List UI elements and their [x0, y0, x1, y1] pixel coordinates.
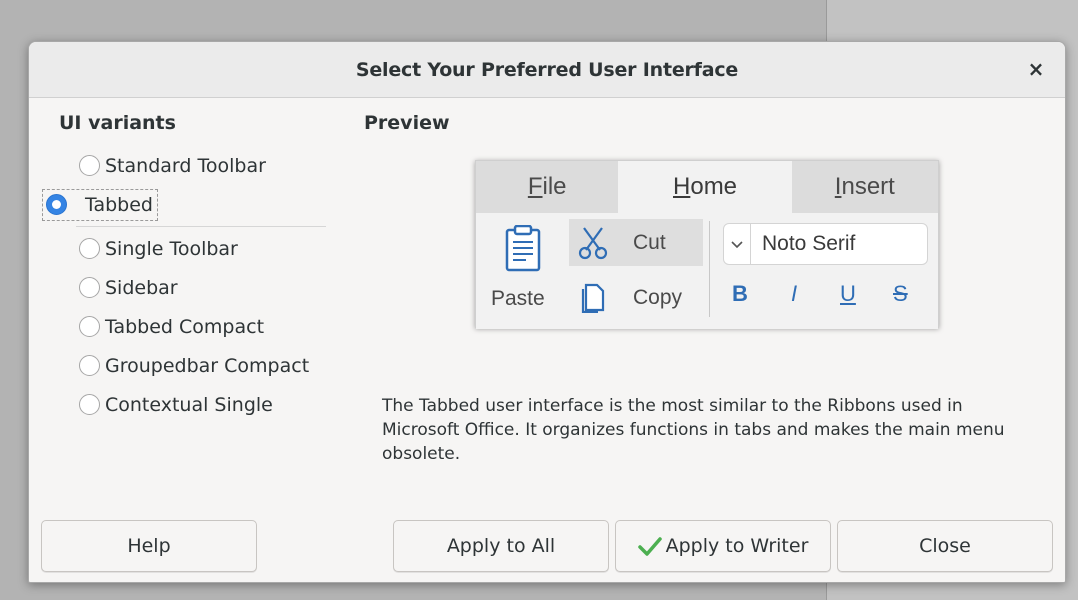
radio-label: Sidebar [105, 276, 178, 299]
preview-tab-home: Home [618, 161, 792, 213]
bold-icon: B [732, 281, 748, 306]
close-button[interactable]: Close [837, 520, 1053, 572]
radio-label: Groupedbar Compact [105, 354, 310, 377]
checkmark-icon [637, 537, 662, 556]
apply-to-writer-label: Apply to Writer [665, 535, 809, 557]
font-name: Noto Serif [762, 232, 856, 255]
radio-single-toolbar[interactable]: Single Toolbar [76, 229, 329, 268]
radio-label: Single Toolbar [105, 237, 238, 260]
preview-tab-insert: Insert [834, 173, 895, 200]
radio-label: Tabbed Compact [105, 315, 265, 338]
radio-circle[interactable] [79, 238, 100, 259]
font-name-box: Noto Serif [723, 223, 928, 265]
ui-variants-list: Standard Toolbar Tabbed Single Toolbar S… [42, 146, 329, 424]
preview-tab-file: File [527, 173, 567, 200]
close-icon[interactable]: × [1023, 56, 1049, 82]
copy-icon [581, 283, 605, 313]
ui-select-dialog: Select Your Preferred User Interface × U… [28, 41, 1066, 583]
preview-tabs: File Home Insert [476, 161, 938, 213]
radio-circle[interactable] [79, 277, 100, 298]
radio-tabbed-compact[interactable]: Tabbed Compact [76, 307, 329, 346]
copy-label: Copy [633, 286, 683, 309]
preview-separator [709, 221, 710, 317]
focus-outline: Tabbed [42, 188, 158, 221]
radio-circle[interactable] [79, 355, 100, 376]
radio-groupedbar-compact[interactable]: Groupedbar Compact [76, 346, 329, 385]
radio-circle[interactable] [79, 316, 100, 337]
underline-icon: U [840, 281, 856, 306]
dialog-title: Select Your Preferred User Interface [355, 58, 739, 81]
radio-standard-toolbar[interactable]: Standard Toolbar [76, 146, 329, 185]
radio-label: Standard Toolbar [105, 154, 266, 177]
cut-label: Cut [633, 231, 666, 254]
separator [76, 226, 326, 227]
help-button[interactable]: Help [41, 520, 257, 572]
radio-tabbed[interactable]: Tabbed [42, 185, 329, 224]
apply-to-all-button[interactable]: Apply to All [393, 520, 609, 572]
radio-label: Tabbed [85, 193, 153, 216]
ui-variants-heading: UI variants [59, 112, 176, 134]
radio-contextual-single[interactable]: Contextual Single [76, 385, 329, 424]
titlebar: Select Your Preferred User Interface × [29, 42, 1065, 98]
paste-icon [505, 225, 541, 272]
apply-to-writer-button[interactable]: Apply to Writer [615, 520, 831, 572]
preview-heading: Preview [364, 112, 450, 134]
preview-image: File Home Insert Paste Cut Copy Noto Ser… [475, 160, 939, 329]
radio-label: Contextual Single [105, 393, 273, 416]
scissors-icon [578, 227, 608, 260]
radio-circle[interactable] [79, 155, 100, 176]
italic-icon: I [791, 281, 798, 306]
preview-panel: Preview File Home Insert Paste Cut Copy … [364, 112, 1044, 464]
preview-ribbon: Paste Cut Copy Noto Serif B I U S [476, 213, 938, 329]
radio-circle[interactable] [79, 394, 100, 415]
ui-variants-panel: UI variants Standard Toolbar Tabbed Sing… [42, 112, 329, 424]
paste-label: Paste [491, 287, 545, 310]
strikethrough-icon: S [893, 281, 908, 306]
radio-circle[interactable] [46, 194, 67, 215]
radio-sidebar[interactable]: Sidebar [76, 268, 329, 307]
ui-description: The Tabbed user interface is the most si… [382, 396, 1005, 464]
chevron-down-icon [724, 224, 751, 264]
